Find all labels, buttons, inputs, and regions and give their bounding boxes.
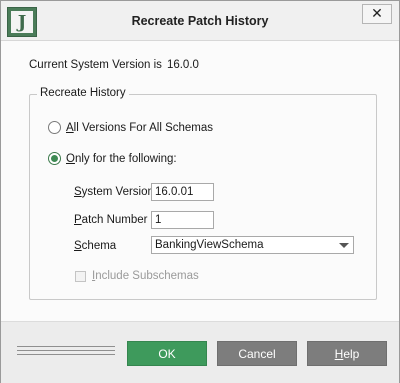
current-version-value: 16.0.0 [166,59,199,71]
system-version-input[interactable]: 16.0.01 [151,183,214,201]
system-version-label-rest: ystem Version [81,186,154,198]
dialog-content: Current System Version is 16.0.0 Recreate… [1,41,399,321]
schema-selected-value: BankingViewSchema [155,239,264,251]
radio-all-label-rest: ll Versions For All Schemas [73,121,214,134]
dialog-window: J Recreate Patch History ✕ Current Syste… [0,0,400,383]
include-subschemas-label-rest: nclude Subschemas [95,270,199,282]
include-subschemas-checkbox[interactable] [75,270,86,282]
cancel-button[interactable]: Cancel [217,341,297,366]
help-label-rest: elp [343,346,360,361]
mnemonic-h: H [334,346,344,361]
include-subschemas-option[interactable]: Include Subschemas [75,270,199,282]
schema-label: Schema [74,240,116,252]
radio-only-label-rest: nly for the following: [74,152,177,165]
patch-number-label: Patch Number [74,214,148,226]
dialog-title: Recreate Patch History [131,14,269,28]
system-version-label: System Version [74,186,154,198]
patch-number-label-rest: atch Number [81,214,148,226]
include-subschemas-label: Include Subschemas [92,270,199,282]
help-button[interactable]: Help [307,341,387,366]
close-button[interactable]: ✕ [362,4,392,24]
close-icon: ✕ [371,6,383,22]
chevron-down-icon[interactable] [339,243,349,248]
patch-number-input[interactable]: 1 [151,211,214,229]
recreate-history-legend: Recreate History [37,87,129,99]
schema-dropdown[interactable]: BankingViewSchema [151,236,354,254]
mnemonic-s1: S [74,186,82,198]
radio-all-versions-circle[interactable] [48,121,61,134]
current-version-label: Current System Version is [29,59,162,71]
radio-only-following[interactable]: Only for the following: [48,152,177,165]
mnemonic-s2: S [74,240,82,252]
schema-label-rest: chema [81,240,117,252]
current-version-text: Current System Version is 16.0.0 [29,59,199,71]
mnemonic-p: P [74,214,82,226]
mnemonic-o: O [66,152,75,165]
title-bar: J Recreate Patch History ✕ [1,1,399,41]
radio-all-versions[interactable]: All Versions For All Schemas [48,121,213,134]
ok-button[interactable]: OK [127,341,207,366]
grip-lines-icon [17,346,115,358]
radio-only-following-label[interactable]: Only for the following: [66,153,177,165]
button-bar: OK Cancel Help [1,321,399,383]
radio-all-versions-label[interactable]: All Versions For All Schemas [66,122,213,134]
radio-only-following-circle[interactable] [48,152,61,165]
mnemonic-a: A [66,121,74,134]
